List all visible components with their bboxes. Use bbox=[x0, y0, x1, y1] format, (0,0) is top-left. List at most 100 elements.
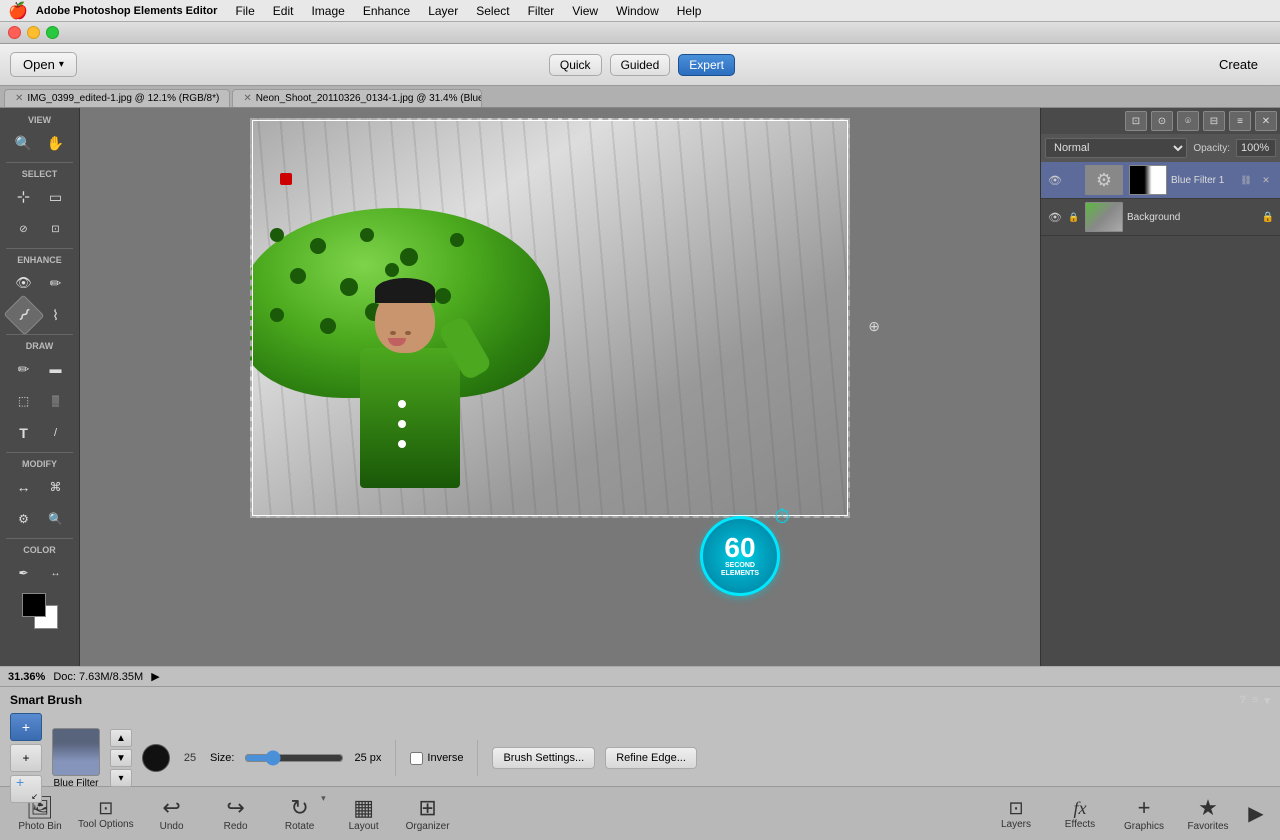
canvas-area[interactable]: ↖ ↕ ↔ bbox=[80, 108, 1040, 666]
layer-0-chain[interactable]: ⛓ bbox=[1238, 172, 1254, 188]
graphics-button[interactable]: + Graphics bbox=[1114, 791, 1174, 837]
layers-button[interactable]: ⊡ Layers bbox=[986, 791, 1046, 837]
more-button[interactable]: ▶ bbox=[1242, 791, 1270, 837]
create-button[interactable]: Create bbox=[1207, 53, 1270, 76]
custom-shape-tool[interactable]: / bbox=[41, 419, 71, 447]
marquee-tool[interactable]: ▭ bbox=[41, 183, 71, 211]
inverse-label[interactable]: Inverse bbox=[427, 752, 463, 764]
content-aware-tool[interactable]: ⚙ bbox=[9, 505, 39, 533]
favorites-button[interactable]: ★ Favorites bbox=[1178, 791, 1238, 837]
gradient-tool[interactable]: ▒ bbox=[41, 387, 71, 415]
adjust-brush-options[interactable]: ▾ bbox=[110, 769, 132, 787]
tab-1[interactable]: ✕ Neon_Shoot_20110326_0134-1.jpg @ 31.4%… bbox=[232, 89, 482, 107]
effects-icon: fx bbox=[1074, 798, 1087, 819]
layer-0-delete[interactable]: ✕ bbox=[1258, 172, 1274, 188]
menu-filter[interactable]: Filter bbox=[520, 2, 563, 20]
blend-mode-select[interactable]: Normal Multiply Screen Overlay bbox=[1045, 138, 1187, 158]
effects-button[interactable]: fx Effects bbox=[1050, 791, 1110, 837]
eraser-tool[interactable]: ▬ bbox=[41, 355, 71, 383]
swap-colors-btn[interactable]: ↔ bbox=[41, 559, 71, 587]
menu-window[interactable]: Window bbox=[608, 2, 667, 20]
layers-option-2[interactable]: ⊙ bbox=[1151, 111, 1173, 131]
adjust-brush-down[interactable]: ▼ bbox=[110, 749, 132, 767]
detail-smart-brush-tool[interactable]: ⌇ bbox=[41, 301, 71, 329]
adjust-brush-up[interactable]: ▲ bbox=[110, 729, 132, 747]
inverse-option: Inverse bbox=[410, 752, 463, 765]
layers-label: Layers bbox=[1001, 819, 1031, 830]
layers-close[interactable]: ✕ bbox=[1255, 111, 1277, 131]
bottom-bar: 🖼 Photo Bin ⊡ Tool Options ↩ Undo ↪ Redo… bbox=[0, 786, 1280, 840]
panel-list-icon[interactable]: ≡ bbox=[1252, 694, 1258, 706]
mode-guided[interactable]: Guided bbox=[610, 54, 671, 76]
apple-menu[interactable]: 🍎 bbox=[8, 1, 28, 21]
layer-1-eye[interactable]: 👁 bbox=[1047, 209, 1063, 225]
lasso-tool[interactable]: ⊘ bbox=[9, 215, 39, 243]
layer-0-thumb-mask[interactable] bbox=[1129, 165, 1167, 195]
pencil-draw-tool[interactable]: ✏ bbox=[9, 355, 39, 383]
menu-image[interactable]: Image bbox=[303, 2, 352, 20]
tab-close-0[interactable]: ✕ bbox=[15, 93, 23, 104]
move-tool[interactable]: ⊹ bbox=[9, 183, 39, 211]
layer-item-1[interactable]: 👁 🔒 Background 🔒 bbox=[1041, 199, 1280, 236]
layers-option-3[interactable]: ⌾ bbox=[1177, 111, 1199, 131]
text-tool[interactable]: T bbox=[9, 419, 39, 447]
paint-bucket-tool[interactable]: ⬚ bbox=[9, 387, 39, 415]
new-selection-btn[interactable]: + bbox=[10, 713, 42, 741]
open-button[interactable]: Open ▾ bbox=[10, 52, 77, 77]
layers-option-4[interactable]: ⊟ bbox=[1203, 111, 1225, 131]
panel-arrow-icon[interactable]: ▾ bbox=[1264, 694, 1270, 707]
brush-color-circle[interactable] bbox=[142, 744, 170, 772]
layout-icon: ▦ bbox=[353, 795, 374, 821]
inverse-checkbox[interactable] bbox=[410, 752, 423, 765]
brush-filter-preview[interactable] bbox=[52, 728, 100, 776]
menu-enhance[interactable]: Enhance bbox=[355, 2, 418, 20]
menu-layer[interactable]: Layer bbox=[420, 2, 466, 20]
undo-button[interactable]: ↩ Undo bbox=[142, 791, 202, 837]
zoom-tool[interactable]: 🔍 bbox=[9, 129, 39, 157]
layer-item-0[interactable]: 👁 ⚙ Blue Filter 1 ⛓ ✕ bbox=[1041, 162, 1280, 199]
open-arrow-icon: ▾ bbox=[59, 59, 64, 70]
eyedropper-tool[interactable]: ✒ bbox=[9, 559, 39, 587]
close-button[interactable] bbox=[8, 26, 21, 39]
panel-icons-row: ⊡ ⊙ ⌾ ⊟ ≡ ✕ bbox=[1041, 108, 1280, 134]
layout-button[interactable]: ▦ Layout bbox=[334, 791, 394, 837]
menu-select[interactable]: Select bbox=[468, 2, 517, 20]
quick-select-tool[interactable]: ⊡ bbox=[41, 215, 71, 243]
rotate-dropdown-arrow[interactable]: ▾ bbox=[321, 793, 326, 804]
menu-edit[interactable]: Edit bbox=[265, 2, 302, 20]
pan-tool[interactable]: ✋ bbox=[41, 129, 71, 157]
subtract-selection-btn[interactable]: +↙ bbox=[10, 775, 42, 803]
brush-settings-button[interactable]: Brush Settings... bbox=[492, 747, 595, 769]
refine-edge-button[interactable]: Refine Edge... bbox=[605, 747, 697, 769]
opacity-input[interactable] bbox=[1236, 139, 1276, 157]
brush-enhance-tool[interactable]: ✏ bbox=[41, 269, 71, 297]
crop-tool[interactable]: ↔ bbox=[9, 473, 39, 501]
organizer-button[interactable]: ⊞ Organizer bbox=[398, 791, 458, 837]
panel-help-icon[interactable]: ? bbox=[1239, 694, 1246, 706]
mode-quick[interactable]: Quick bbox=[549, 54, 602, 76]
recompose-tool[interactable]: ⌘ bbox=[41, 473, 71, 501]
tab-close-1[interactable]: ✕ bbox=[243, 93, 251, 104]
tool-options-button[interactable]: ⊡ Tool Options bbox=[74, 791, 138, 837]
menu-help[interactable]: Help bbox=[669, 2, 710, 20]
status-arrow[interactable]: ▶ bbox=[151, 670, 159, 683]
minimize-button[interactable] bbox=[27, 26, 40, 39]
add-to-selection-btn[interactable]: + bbox=[10, 744, 42, 772]
brush-number: 25 bbox=[180, 752, 200, 764]
menu-file[interactable]: File bbox=[227, 2, 262, 20]
blend-mode-row: Normal Multiply Screen Overlay Opacity: bbox=[1041, 134, 1280, 162]
red-eye-2-tool[interactable]: 🔍 bbox=[41, 505, 71, 533]
rotate-button[interactable]: ↻ Rotate ▾ bbox=[270, 791, 330, 837]
smart-brush-tool[interactable]: ⌇ bbox=[3, 294, 44, 335]
size-slider[interactable] bbox=[244, 751, 344, 765]
layers-option-5[interactable]: ≡ bbox=[1229, 111, 1251, 131]
layer-0-eye[interactable]: 👁 bbox=[1047, 172, 1063, 188]
red-eye-tool[interactable]: 👁 bbox=[9, 269, 39, 297]
tab-0[interactable]: ✕ IMG_0399_edited-1.jpg @ 12.1% (RGB/8*) bbox=[4, 89, 230, 107]
mode-expert[interactable]: Expert bbox=[678, 54, 735, 76]
foreground-color-swatch[interactable] bbox=[22, 593, 46, 617]
menu-view[interactable]: View bbox=[564, 2, 606, 20]
maximize-button[interactable] bbox=[46, 26, 59, 39]
layers-option-1[interactable]: ⊡ bbox=[1125, 111, 1147, 131]
redo-button[interactable]: ↪ Redo bbox=[206, 791, 266, 837]
